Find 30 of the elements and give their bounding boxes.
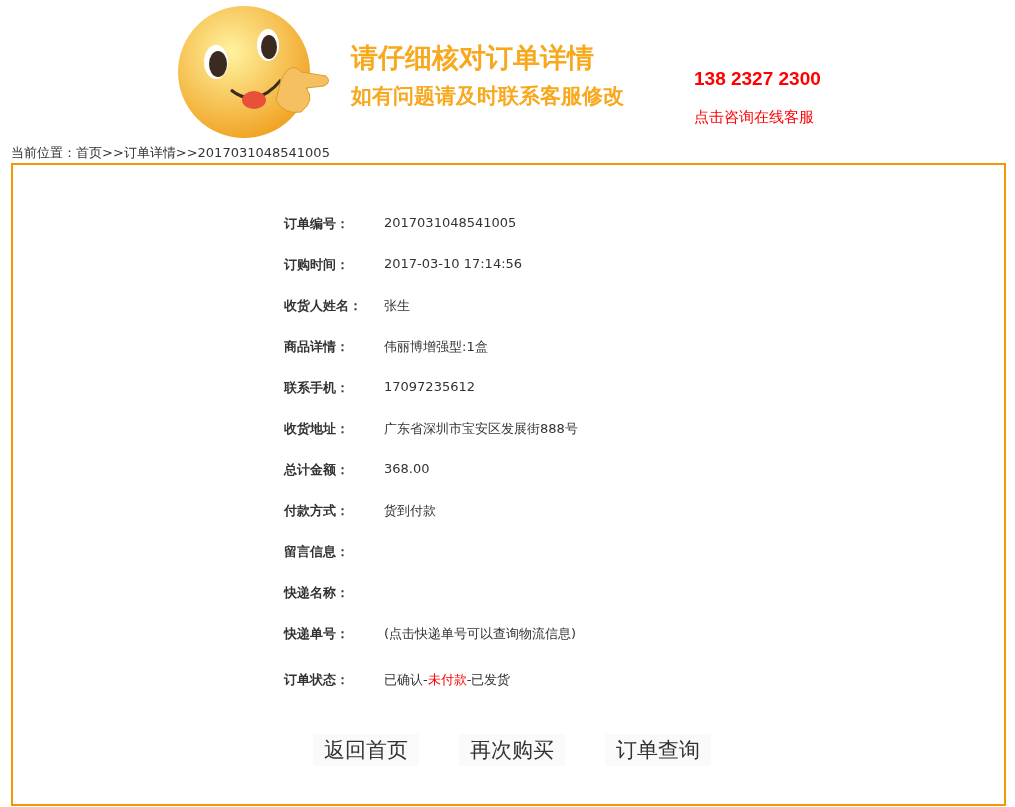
field-value: 伟丽博增强型:1盒 xyxy=(384,338,488,356)
action-button[interactable]: 再次购买 xyxy=(459,734,565,766)
phone-number: 138 2327 2300 xyxy=(694,68,821,90)
field-label: 联系手机： xyxy=(284,379,350,397)
field-label: 付款方式： xyxy=(284,502,350,520)
field-label: 订购时间： xyxy=(284,256,350,274)
field-label: 快递名称： xyxy=(284,584,350,602)
field-label: 收货地址： xyxy=(284,420,350,438)
action-button[interactable]: 返回首页 xyxy=(313,734,419,766)
order-status: 已确认-未付款-已发货 xyxy=(384,671,511,689)
field-value: (点击快递单号可以查询物流信息) xyxy=(384,625,577,643)
field-value: 张生 xyxy=(384,297,410,315)
field-label: 收货人姓名： xyxy=(284,297,363,315)
subline: 如有问题请及时联系客服修改 xyxy=(351,83,624,110)
field-value: 货到付款 xyxy=(384,502,436,520)
field-label: 订单编号： xyxy=(284,215,350,233)
breadcrumb: 当前位置：首页>>订单详情>>2017031048541005 xyxy=(11,145,331,161)
field-value: 2017-03-10 17:14:56 xyxy=(384,256,523,271)
field-label: 快递单号： xyxy=(284,625,350,643)
field-value: 广东省深圳市宝安区发展街888号 xyxy=(384,420,578,438)
field-value: 2017031048541005 xyxy=(384,215,517,230)
action-button[interactable]: 订单查询 xyxy=(605,734,711,766)
field-label: 总计金额： xyxy=(284,461,350,479)
field-label: 订单状态： xyxy=(284,671,350,689)
field-label: 留言信息： xyxy=(284,543,350,561)
field-value: 17097235612 xyxy=(384,379,475,394)
online-service-link[interactable]: 点击咨询在线客服 xyxy=(694,108,814,127)
field-value: 368.00 xyxy=(384,461,430,476)
field-label: 商品详情： xyxy=(284,338,350,356)
headline: 请仔细核对订单详情 xyxy=(351,41,595,75)
